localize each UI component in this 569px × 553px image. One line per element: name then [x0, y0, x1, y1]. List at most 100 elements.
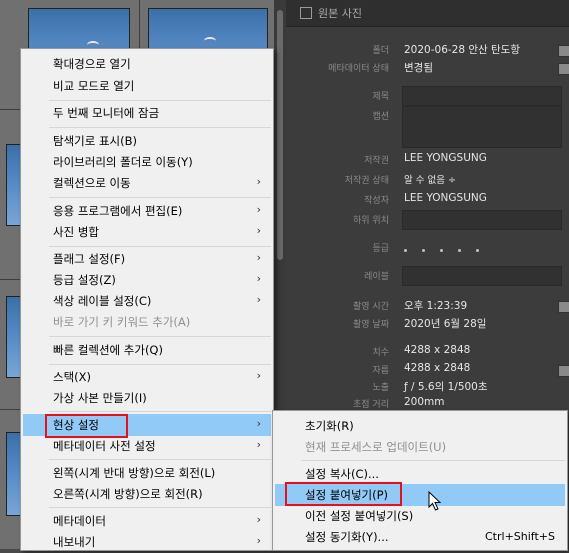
metadata-label: 노출	[372, 383, 389, 393]
metadata-label: 저작권 상태	[344, 176, 389, 186]
copyright-status-select[interactable]: 알 수 없음 ÷	[404, 172, 456, 186]
metadata-label: 초점 거리	[353, 400, 389, 410]
metadata-label: 자름	[372, 366, 389, 376]
metadata-row-capture-date: 촬영 날짜 2020년 6월 28일	[286, 314, 569, 334]
menu-item-metadata-presets[interactable]: 메타데이터 사전 설정 ›	[23, 435, 271, 457]
metadata-panel-title: 원본 사진	[318, 7, 362, 20]
chevron-right-icon: ›	[256, 203, 261, 216]
menu-separator	[49, 246, 271, 247]
menu-item-metadata[interactable]: 메타데이터 ›	[23, 510, 271, 532]
crop-icon[interactable]	[558, 365, 569, 377]
annotation-highlight-box	[45, 414, 128, 438]
metadata-row-creator: 작성자 LEE YONGSUNG	[286, 190, 569, 210]
chevron-right-icon: ›	[256, 417, 261, 430]
metadata-row-copyright: 저작권 LEE YONGSUNG	[286, 150, 569, 170]
metadata-value: 2020-06-28 안산 탄도항	[404, 44, 520, 56]
label-field[interactable]	[402, 266, 562, 286]
metadata-row-dimensions: 치수 4288 x 2848	[286, 342, 569, 362]
caption-field[interactable]	[402, 106, 562, 148]
context-menu: 확대경으로 열기 비교 모드로 열기 두 번째 모니터에 잠금 탐색기로 표시(…	[20, 48, 274, 551]
metadata-row-copyright-status: 저작권 상태 알 수 없음 ÷	[286, 170, 569, 190]
menu-item-open-compare[interactable]: 비교 모드로 열기	[23, 75, 271, 97]
metadata-value: 오후 1:23:39	[404, 300, 468, 312]
menu-separator	[49, 127, 271, 128]
metadata-label: 등급	[372, 244, 389, 254]
metadata-row-folder: 폴더 2020-06-28 안산 탄도항	[286, 40, 569, 60]
sublocation-field[interactable]	[402, 210, 562, 230]
menu-item-set-flag[interactable]: 플래그 설정(F) ›	[23, 248, 271, 270]
menu-item-stack[interactable]: 스택(X) ›	[23, 366, 271, 388]
metadata-label: 제목	[372, 92, 389, 102]
chevron-right-icon: ›	[256, 534, 261, 547]
submenu-item-reset[interactable]: 초기화(R)	[275, 415, 565, 437]
chevron-right-icon: ›	[256, 369, 261, 382]
submenu-item-sync-settings[interactable]: 설정 동기화(Y)... Ctrl+Shift+S	[275, 526, 565, 548]
metadata-label: 캡션	[372, 112, 389, 122]
chevron-right-icon: ›	[256, 272, 261, 285]
chevron-right-icon: ›	[256, 293, 261, 306]
metadata-value: 4288 x 2848	[404, 344, 471, 356]
grid-scrollbar-thumb[interactable]	[277, 10, 283, 260]
metadata-label: 폴더	[372, 46, 389, 56]
metadata-label: 작성자	[364, 196, 389, 206]
menu-item-create-virtual-copy[interactable]: 가상 사본 만들기(I)	[23, 387, 271, 409]
menu-item-lock-second-monitor[interactable]: 두 번째 모니터에 잠금	[23, 102, 271, 124]
metadata-panel-header: 원본 사진	[286, 0, 569, 27]
menu-item-add-to-quick-collection[interactable]: 빠른 컬렉션에 추가(Q)	[23, 339, 271, 361]
shortcut-text: Ctrl+Shift+S	[485, 530, 555, 543]
menu-item-rotate-left[interactable]: 왼쪽(시계 반대 방향)으로 회전(L)	[23, 462, 271, 484]
menu-separator	[49, 411, 271, 412]
checkbox-icon[interactable]	[300, 7, 312, 19]
submenu-item-paste-previous[interactable]: 이전 설정 붙여넣기(S)	[275, 505, 565, 527]
menu-icon[interactable]	[558, 63, 569, 75]
chevron-right-icon: ›	[256, 513, 261, 526]
metadata-value: 200mm	[404, 396, 445, 408]
metadata-value: ƒ / 5.6의 1/500초	[404, 381, 488, 393]
metadata-row-status: 메타데이터 상태 변경됨	[286, 58, 569, 78]
chevron-right-icon: ›	[256, 251, 261, 264]
menu-item-go-to-collection[interactable]: 컬렉션으로 이동 ›	[23, 172, 271, 194]
mouse-cursor-icon	[428, 491, 442, 511]
menu-separator	[49, 459, 271, 460]
metadata-value: 변경됨	[404, 62, 433, 74]
menu-item-export[interactable]: 내보내기 ›	[23, 531, 271, 553]
menu-item-open-loupe[interactable]: 확대경으로 열기	[23, 53, 271, 75]
metadata-row-capture-time: 촬영 시간 오후 1:23:39	[286, 296, 569, 316]
title-field[interactable]	[402, 86, 562, 106]
rating-stars[interactable]	[404, 244, 494, 256]
metadata-label: 촬영 시간	[353, 302, 389, 312]
menu-separator	[49, 364, 271, 365]
menu-item-set-color-label[interactable]: 색상 레이블 설정(C) ›	[23, 290, 271, 312]
metadata-row-rating: 등급	[286, 238, 569, 258]
metadata-label: 치수	[372, 348, 389, 358]
edit-time-icon[interactable]	[558, 301, 569, 313]
goto-arrow-icon[interactable]	[558, 45, 569, 57]
menu-separator	[49, 507, 271, 508]
chevron-right-icon: ›	[256, 438, 261, 451]
menu-item-show-in-explorer[interactable]: 탐색기로 표시(B)	[23, 130, 271, 152]
annotation-highlight-box	[285, 482, 402, 506]
metadata-label: 하위 위치	[353, 216, 389, 226]
menu-item-photo-merge[interactable]: 사진 병합 ›	[23, 221, 271, 243]
menu-item-go-to-folder[interactable]: 라이브러리의 폴더로 이동(Y)	[23, 151, 271, 173]
submenu-item-update-process: 현재 프로세스로 업데이트(U)	[305, 440, 447, 454]
metadata-label: 레이블	[364, 272, 389, 282]
menu-separator	[49, 197, 271, 198]
metadata-label: 메타데이터 상태	[328, 64, 389, 74]
metadata-value: 2020년 6월 28일	[404, 318, 487, 330]
menu-item-edit-in[interactable]: 응용 프로그램에서 편집(E) ›	[23, 200, 271, 222]
menu-item-add-shortcut-keyword: 바로 가기 키 키워드 추가(A)	[53, 315, 191, 329]
chevron-right-icon: ›	[256, 175, 261, 188]
copyright-field[interactable]: LEE YONGSUNG	[404, 152, 487, 164]
menu-separator	[49, 336, 271, 337]
menu-separator	[301, 460, 565, 461]
metadata-label: 저작권	[364, 156, 389, 166]
menu-item-set-rating[interactable]: 등급 설정(Z) ›	[23, 269, 271, 291]
creator-field[interactable]: LEE YONGSUNG	[404, 192, 487, 204]
metadata-value: 4288 x 2848	[404, 362, 471, 374]
chevron-right-icon: ›	[256, 224, 261, 237]
menu-item-rotate-right[interactable]: 오른쪽(시계 방향)으로 회전(R)	[23, 483, 271, 505]
menu-separator	[49, 100, 271, 101]
metadata-label: 촬영 날짜	[353, 320, 389, 330]
develop-settings-submenu: 초기화(R) 현재 프로세스로 업데이트(U) 설정 복사(C)... 설정 붙…	[272, 410, 568, 551]
